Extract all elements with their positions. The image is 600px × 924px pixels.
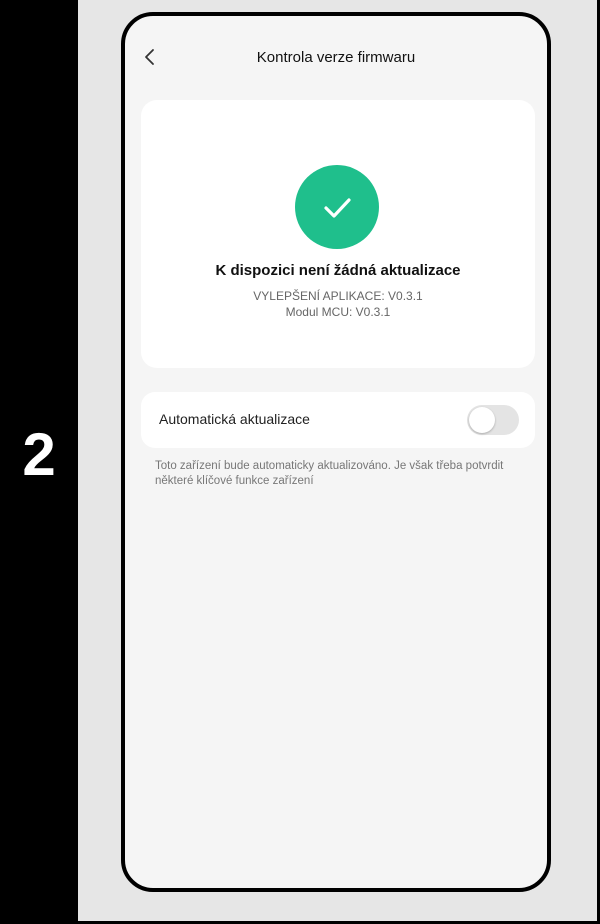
mcu-version-text: Modul MCU: V0.3.1: [285, 305, 391, 319]
instruction-frame: 2 Kontrola verze firmwaru K dispozici ne…: [0, 0, 600, 924]
navigation-bar: Kontrola verze firmwaru: [125, 16, 547, 96]
firmware-status-card: K dispozici není žádná aktualizace VYLEP…: [141, 100, 535, 368]
toggle-knob: [469, 407, 495, 433]
page-title: Kontrola verze firmwaru: [256, 49, 416, 66]
phone-screen: Kontrola verze firmwaru K dispozici není…: [121, 12, 551, 892]
auto-update-description: Toto zařízení bude automaticky aktualizo…: [155, 460, 504, 487]
step-sidebar: 2: [0, 0, 78, 924]
auto-update-toggle[interactable]: [467, 405, 519, 435]
checkmark-icon: [295, 165, 379, 249]
step-number: 2: [22, 421, 56, 488]
app-version-text: VYLEPŠENÍ APLIKACE: V0.3.1: [253, 289, 423, 303]
auto-update-row: Automatická aktualizace: [141, 392, 535, 448]
status-title: K dispozici není žádná aktualizace: [215, 262, 461, 279]
auto-update-label: Automatická aktualizace: [159, 411, 310, 427]
